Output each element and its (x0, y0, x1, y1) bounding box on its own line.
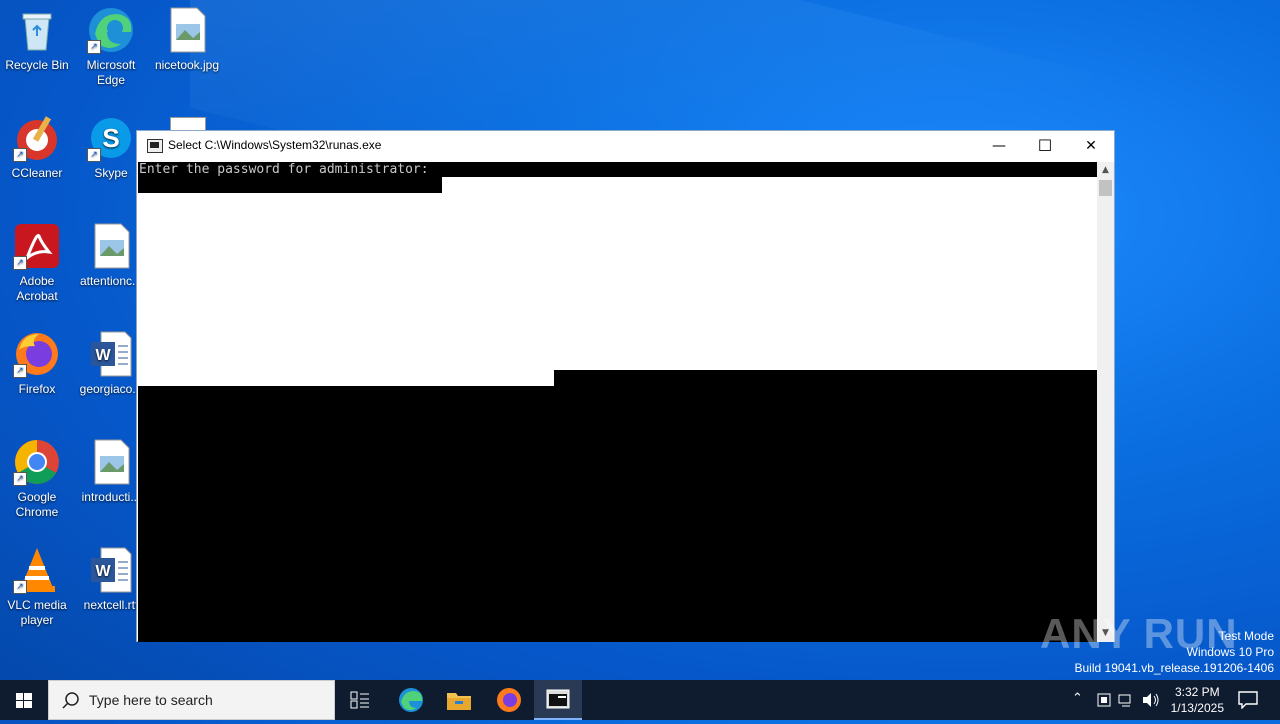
desktop-icon-label: Microsoft Edge (86, 58, 136, 87)
system-tray: ⌃ (1068, 680, 1168, 720)
shortcut-arrow-icon: ↗ (87, 148, 101, 162)
word-document-icon: W (87, 330, 135, 378)
svg-text:S: S (102, 123, 119, 153)
svg-text:W: W (95, 563, 111, 580)
svg-text:W: W (95, 347, 111, 364)
desktop-icon-label: CCleaner (11, 166, 63, 180)
close-button[interactable]: ✕ (1068, 131, 1114, 161)
window-titlebar[interactable]: Select C:\Windows\System32\runas.exe — ☐… (137, 131, 1114, 161)
firefox-icon: ↗ (13, 330, 61, 378)
firefox-icon (497, 688, 521, 712)
image-file-icon (163, 6, 211, 54)
shortcut-arrow-icon: ↗ (13, 472, 27, 486)
clock-time: 3:32 PM (1174, 685, 1220, 699)
search-placeholder: Type here to search (89, 692, 213, 708)
window-title: Select C:\Windows\System32\runas.exe (168, 138, 382, 152)
volume-icon[interactable] (1142, 692, 1160, 708)
windows-test-mode-watermark: Test Mode Windows 10 Pro Build 19041.vb_… (1075, 628, 1275, 676)
windows-logo-icon (16, 693, 32, 708)
text-selection-highlight (442, 177, 1098, 193)
taskbar-edge[interactable] (387, 680, 435, 720)
clock-date: 1/13/2025 (1170, 701, 1224, 715)
console-app-icon (546, 689, 570, 709)
shortcut-arrow-icon: ↗ (13, 580, 27, 594)
taskbar: Type here to search ⌃ 3:32 PM 1/13/2025 (0, 680, 1280, 720)
desktop-icon-adobe-acrobat[interactable]: ↗ Adobe Acrobat (0, 216, 74, 304)
runas-console-window[interactable]: Select C:\Windows\System32\runas.exe — ☐… (136, 130, 1115, 642)
notification-center-button[interactable] (1224, 680, 1272, 720)
desktop-icon-label: VLC media player (7, 598, 67, 627)
word-document-icon: W (87, 546, 135, 594)
defender-icon[interactable] (1096, 692, 1112, 708)
shortcut-arrow-icon: ↗ (13, 364, 27, 378)
desktop-icon-label: nicetook.jpg (154, 58, 220, 72)
show-hidden-icons-chevron-icon[interactable]: ⌃ (1072, 690, 1083, 706)
watermark-line: Build 19041.vb_release.191206-1406 (1074, 661, 1275, 675)
desktop-icon-ccleaner[interactable]: ↗ CCleaner (0, 108, 74, 181)
maximize-button[interactable]: ☐ (1022, 131, 1068, 161)
desktop-icon-microsoft-edge[interactable]: ↗ Microsoft Edge (74, 0, 148, 88)
folder-icon (447, 693, 471, 710)
scroll-thumb[interactable] (1099, 180, 1112, 196)
desktop-icon-label: Firefox (18, 382, 56, 396)
skype-icon: S ↗ (87, 114, 135, 162)
console-prompt-text: Enter the password for administrator: (139, 162, 429, 177)
vertical-scrollbar[interactable]: ▲ ▼ (1097, 162, 1114, 642)
network-icon[interactable] (1118, 692, 1134, 708)
taskbar-search-box[interactable]: Type here to search (48, 680, 335, 720)
console-app-icon (147, 139, 163, 153)
taskbar-file-explorer[interactable] (435, 680, 483, 720)
task-view-icon (350, 691, 369, 709)
scroll-up-arrow-icon[interactable]: ▲ (1097, 162, 1114, 179)
watermark-line: Windows 10 Pro (1186, 645, 1274, 659)
task-view-button[interactable] (336, 680, 384, 720)
shortcut-arrow-icon: ↗ (13, 148, 27, 162)
notification-icon (1238, 691, 1258, 709)
recycle-bin-icon (13, 6, 61, 54)
console-area[interactable]: Enter the password for administrator: (138, 162, 1098, 642)
text-selection-highlight (138, 193, 1098, 370)
edge-icon (399, 688, 423, 712)
text-selection-highlight (138, 370, 554, 386)
desktop-icon-recycle-bin[interactable]: Recycle Bin (0, 0, 74, 73)
desktop-icon-vlc[interactable]: ↗ VLC media player (0, 540, 74, 628)
shortcut-arrow-icon: ↗ (13, 256, 27, 270)
taskbar-console-window[interactable] (534, 680, 582, 720)
desktop-icon-label: Recycle Bin (5, 58, 69, 72)
search-icon (62, 692, 79, 709)
taskbar-clock[interactable]: 3:32 PM 1/13/2025 (1171, 684, 1224, 716)
chrome-icon: ↗ (13, 438, 61, 486)
vlc-icon: ↗ (13, 546, 61, 594)
shortcut-arrow-icon: ↗ (87, 40, 101, 54)
minimize-button[interactable]: — (976, 131, 1022, 161)
desktop-icon-firefox[interactable]: ↗ Firefox (0, 324, 74, 397)
start-button[interactable] (0, 680, 48, 720)
edge-icon: ↗ (87, 6, 135, 54)
desktop-icon-google-chrome[interactable]: ↗ Google Chrome (0, 432, 74, 520)
desktop-icon-label: Google Chrome (15, 490, 59, 519)
image-file-icon (87, 438, 135, 486)
ccleaner-icon: ↗ (13, 114, 61, 162)
desktop-icon-nicetook[interactable]: nicetook.jpg (150, 0, 224, 73)
taskbar-firefox[interactable] (485, 680, 533, 720)
acrobat-icon: ↗ (13, 222, 61, 270)
image-file-icon (87, 222, 135, 270)
watermark-line: Test Mode (1218, 629, 1274, 643)
desktop-icon-label: Adobe Acrobat (16, 274, 58, 303)
